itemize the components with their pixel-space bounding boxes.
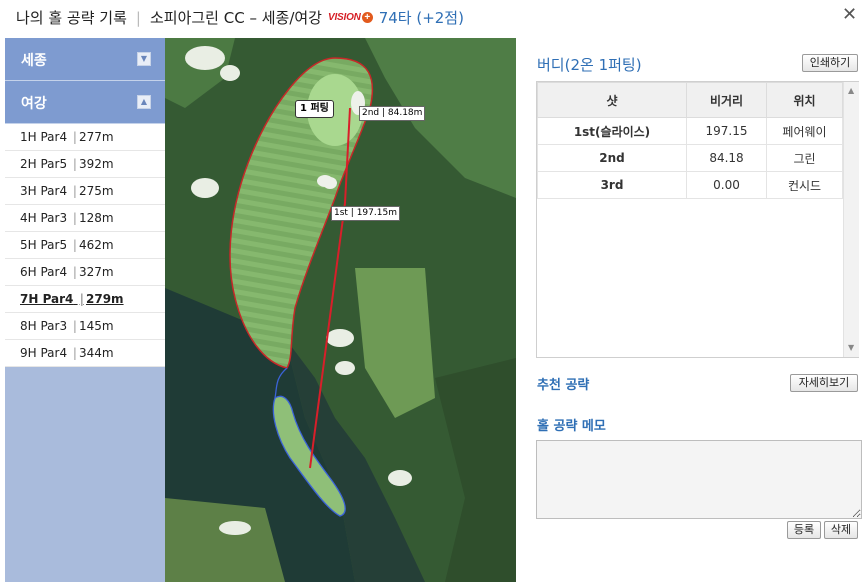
print-button[interactable]: 인쇄하기 xyxy=(802,54,858,72)
hole-distance: 392m xyxy=(78,157,114,171)
hole-distance: 275m xyxy=(78,184,114,198)
course-label: 세종 xyxy=(21,53,47,69)
table-row: 2nd 84.18 그린 xyxy=(537,144,843,172)
title-bar: 나의 홀 공략 기록 | 소피아그린 CC – 세종/여강 VISION + 74… xyxy=(0,0,864,36)
hole-distance: 462m xyxy=(78,238,114,252)
column-header: 위치 xyxy=(766,82,843,118)
bunker xyxy=(335,361,355,375)
scroll-up-icon[interactable]: ▲ xyxy=(848,86,854,95)
shot-table-grid: 샷 비거리 위치 1st(슬라이스) 197.15 페어웨이 2nd 84.18… xyxy=(537,82,843,199)
hole-separator: | xyxy=(72,346,77,360)
hole-number: 9H Par4 xyxy=(20,346,68,360)
distance-cell: 84.18 xyxy=(686,144,767,172)
column-header: 비거리 xyxy=(686,82,767,118)
hole-list: 1H Par4 | 277m 2H Par5 | 392m 3H Par4 | 275… xyxy=(5,124,165,367)
shot2-label: 2nd | 84.18m xyxy=(359,106,426,121)
hole-distance: 327m xyxy=(78,265,114,279)
hole-item[interactable]: 1H Par4 | 277m xyxy=(5,124,165,151)
course-sejong[interactable]: 세종 ▼ xyxy=(5,38,165,81)
aerial-map-image xyxy=(165,38,516,582)
column-header: 샷 xyxy=(537,82,687,118)
title-separator: | xyxy=(135,8,141,27)
table-scrollbar[interactable]: ▲ ▼ xyxy=(843,82,859,357)
hole-distance: 279m xyxy=(86,292,124,306)
hole-number: 3H Par4 xyxy=(20,184,68,198)
hole-number: 1H Par4 xyxy=(20,130,68,144)
scroll-down-icon[interactable]: ▼ xyxy=(848,343,854,352)
course-yeogang[interactable]: 여강 ▲ xyxy=(5,81,165,124)
shot-cell: 3rd xyxy=(537,171,687,199)
window-title: 나의 홀 공략 기록 | 소피아그린 CC – 세종/여강 VISION + 74… xyxy=(16,7,464,28)
hole-separator: | xyxy=(72,211,77,225)
delete-button[interactable]: 삭제 xyxy=(824,521,858,539)
hole-separator: | xyxy=(72,157,77,171)
hole-map[interactable]: 1 퍼팅 2nd | 84.18m 1st | 197.15m xyxy=(165,38,516,582)
table-row: 3rd 0.00 컨시드 xyxy=(537,171,843,199)
score-text: 74타 (+2점) xyxy=(378,9,464,27)
hole-item[interactable]: 4H Par3 | 128m xyxy=(5,205,165,232)
bunker xyxy=(191,178,219,198)
recommend-title: 추천 공략 xyxy=(537,378,590,393)
hole-separator: | xyxy=(72,130,77,144)
hole-separator: | xyxy=(72,184,77,198)
hole-number: 5H Par5 xyxy=(20,238,68,252)
vision-logo-text: VISION xyxy=(327,12,361,23)
fairway-bunker xyxy=(323,177,337,189)
shot-cell: 2nd xyxy=(537,144,687,172)
hole-number: 2H Par5 xyxy=(20,157,68,171)
hole-number: 7H Par4 xyxy=(20,292,74,306)
page-title: 나의 홀 공략 기록 xyxy=(16,9,127,27)
hole-distance: 277m xyxy=(78,130,114,144)
memo-title: 홀 공략 메모 xyxy=(537,419,606,434)
hole-separator: | xyxy=(72,265,77,279)
hole-number: 4H Par3 xyxy=(20,211,68,225)
vision-logo: VISION + xyxy=(328,12,373,23)
shot-cell: 1st(슬라이스) xyxy=(537,117,687,145)
position-cell: 그린 xyxy=(766,144,843,172)
hole-distance: 344m xyxy=(78,346,114,360)
close-icon[interactable]: ✕ xyxy=(842,6,857,24)
hole-item[interactable]: 2H Par5 | 392m xyxy=(5,151,165,178)
shot1-label: 1st | 197.15m xyxy=(331,206,400,221)
hole-separator: | xyxy=(72,238,77,252)
bunker xyxy=(326,329,354,347)
hole-number: 8H Par3 xyxy=(20,319,68,333)
table-row: 1st(슬라이스) 197.15 페어웨이 xyxy=(537,117,843,145)
hole-item[interactable]: 8H Par3 | 145m xyxy=(5,313,165,340)
hole-item[interactable]: 9H Par4 | 344m xyxy=(5,340,165,367)
bunker xyxy=(219,521,251,535)
course-name: 소피아그린 CC – 세종/여강 xyxy=(149,9,322,27)
hole-item[interactable]: 6H Par4 | 327m xyxy=(5,259,165,286)
hole-number: 6H Par4 xyxy=(20,265,68,279)
bunker xyxy=(185,46,225,70)
vision-plus-icon: + xyxy=(361,12,373,23)
course-label: 여강 xyxy=(21,96,47,112)
distance-cell: 0.00 xyxy=(686,171,767,199)
hole-distance: 145m xyxy=(78,319,114,333)
position-cell: 컨시드 xyxy=(766,171,843,199)
position-cell: 페어웨이 xyxy=(766,117,843,145)
hole-item-active[interactable]: 7H Par4 | 279m xyxy=(5,286,165,313)
save-button[interactable]: 등록 xyxy=(787,521,821,539)
bunker xyxy=(388,470,412,486)
detail-button[interactable]: 자세히보기 xyxy=(790,374,858,392)
chevron-down-icon[interactable]: ▼ xyxy=(137,52,151,66)
hole-separator: | xyxy=(72,319,77,333)
putt-label: 1 퍼팅 xyxy=(295,100,334,118)
memo-textarea[interactable] xyxy=(536,440,862,519)
bunker xyxy=(220,65,240,81)
distance-cell: 197.15 xyxy=(686,117,767,145)
shot-table: 샷 비거리 위치 1st(슬라이스) 197.15 페어웨이 2nd 84.18… xyxy=(536,81,859,358)
table-header-row: 샷 비거리 위치 xyxy=(537,82,843,118)
hole-distance: 128m xyxy=(78,211,114,225)
hole-separator: | xyxy=(79,292,84,306)
hole-item[interactable]: 5H Par5 | 462m xyxy=(5,232,165,259)
result-title: 버디(2온 1퍼팅) xyxy=(537,56,642,74)
sidebar: 세종 ▼ 여강 ▲ 1H Par4 | 277m 2H Par5 | 392m 3H… xyxy=(5,38,165,582)
chevron-up-icon[interactable]: ▲ xyxy=(137,95,151,109)
hole-item[interactable]: 3H Par4 | 275m xyxy=(5,178,165,205)
